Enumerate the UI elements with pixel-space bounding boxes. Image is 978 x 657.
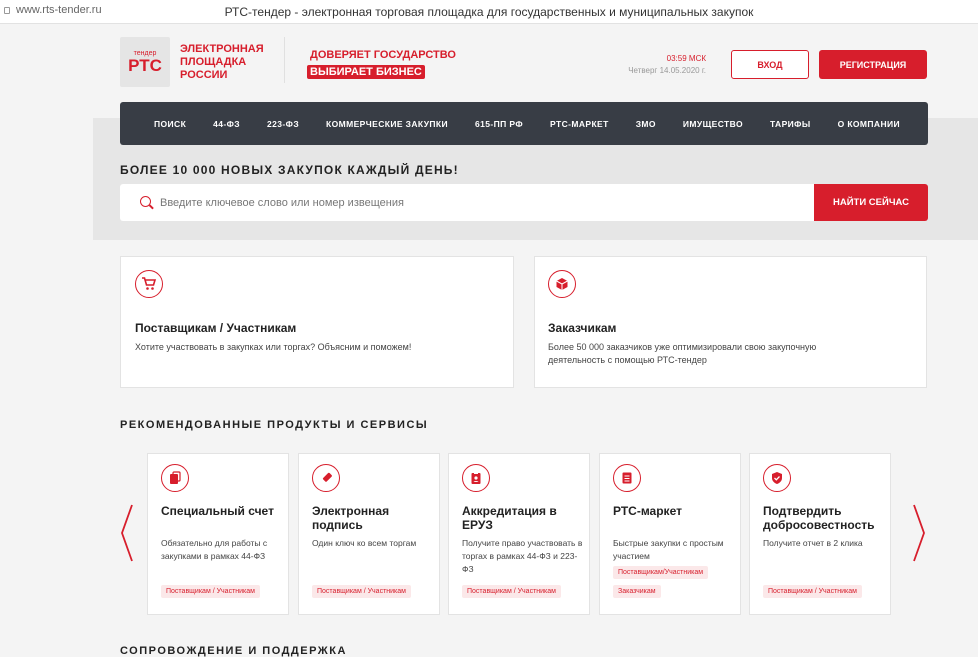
login-button[interactable]: ВХОД	[731, 50, 809, 79]
product-text: Один ключ ко всем торгам	[312, 538, 417, 548]
support-section-title: СОПРОВОЖДЕНИЕ И ПОДДЕРЖКА	[120, 645, 347, 657]
register-button[interactable]: РЕГИСТРАЦИЯ	[819, 50, 927, 79]
product-card-e-signature[interactable]: Электронная подпись Один ключ ко всем то…	[298, 453, 440, 615]
product-title: РТС-маркет	[613, 504, 682, 518]
suppliers-card[interactable]: Поставщикам / Участникам Хотите участвов…	[120, 256, 514, 388]
search-bar: НАЙТИ СЕЙЧАС	[120, 184, 928, 221]
product-text: Получите отчет в 2 клика	[763, 538, 863, 548]
site-logo[interactable]: тендер РТС	[120, 37, 170, 87]
customers-card[interactable]: Заказчикам Более 50 000 заказчиков уже о…	[534, 256, 927, 388]
nav-item-search[interactable]: ПОИСК	[154, 119, 186, 129]
logo-caption-line-1: ЭЛЕКТРОННАЯ	[180, 43, 264, 55]
customers-card-text: Более 50 000 заказчиков уже оптимизирова…	[548, 342, 817, 365]
search-input[interactable]	[160, 184, 810, 221]
nav-item-tariffs[interactable]: ТАРИФЫ	[770, 119, 811, 129]
main-nav: ПОИСК 44-ФЗ 223-ФЗ КОММЕРЧЕСКИЕ ЗАКУПКИ …	[120, 102, 928, 145]
current-date: Четверг 14.05.2020 г.	[628, 66, 706, 75]
nav-item-commercial[interactable]: КОММЕРЧЕСКИЕ ЗАКУПКИ	[326, 119, 448, 129]
carousel-next-arrow-icon[interactable]	[912, 503, 926, 563]
product-card-rts-market[interactable]: РТС-маркет Быстрые закупки с простым уча…	[599, 453, 741, 615]
page: тендер РТС ЭЛЕКТРОННАЯ ПЛОЩАДКА РОССИИ Д…	[0, 25, 978, 657]
logo-caption-line-2: ПЛОЩАДКА	[180, 56, 247, 68]
nav-item-615pp[interactable]: 615-ПП РФ	[475, 119, 523, 129]
hero-title: БОЛЕЕ 10 000 НОВЫХ ЗАКУПОК КАЖДЫЙ ДЕНЬ!	[120, 163, 459, 177]
product-title: Электронная подпись	[312, 504, 390, 532]
product-title: Подтвердить добросовестность	[763, 504, 875, 532]
nav-item-property[interactable]: ИМУЩЕСТВО	[683, 119, 743, 129]
audience-tag[interactable]: Заказчикам	[613, 585, 661, 598]
nav-item-44fz[interactable]: 44-ФЗ	[213, 119, 240, 129]
audience-tag[interactable]: Поставщикам / Участникам	[763, 585, 862, 598]
slogan-choice: ВЫБИРАЕТ БИЗНЕС	[307, 65, 425, 79]
search-icon	[140, 196, 151, 207]
logo-caption: ЭЛЕКТРОННАЯ ПЛОЩАДКА РОССИИ	[180, 43, 264, 82]
shield-check-icon	[763, 464, 791, 492]
moscow-time: 03:59 МСК	[666, 54, 706, 63]
list-icon	[613, 464, 641, 492]
audience-tag[interactable]: Поставщикам / Участникам	[462, 585, 561, 598]
carousel-prev-arrow-icon[interactable]	[120, 503, 134, 563]
nav-item-zmo[interactable]: ЗМО	[636, 119, 656, 129]
site-header: тендер РТС ЭЛЕКТРОННАЯ ПЛОЩАДКА РОССИИ Д…	[120, 37, 928, 93]
suppliers-card-title: Поставщикам / Участникам	[135, 321, 297, 335]
logo-big-text: РТС	[128, 55, 162, 75]
usb-key-icon	[312, 464, 340, 492]
audience-tag[interactable]: Поставщикам / Участникам	[312, 585, 411, 598]
browser-address-bar: www.rts-tender.ru РТС-тендер - электронн…	[0, 0, 978, 24]
product-title: Аккредитация в ЕРУЗ	[462, 504, 557, 532]
product-card-eruz-accreditation[interactable]: Аккредитация в ЕРУЗ Получите право участ…	[448, 453, 590, 615]
audience-tag[interactable]: Поставщикам / Участникам	[161, 585, 260, 598]
wallet-icon	[161, 464, 189, 492]
product-text: Обязательно для работы с закупками в рам…	[161, 538, 268, 561]
product-title: Специальный счет	[161, 504, 274, 518]
badge-icon	[462, 464, 490, 492]
product-text: Быстрые закупки с простым участием	[613, 538, 724, 561]
window-title: РТС-тендер - электронная торговая площад…	[224, 5, 754, 19]
product-text: Получите право участвовать в торгах в ра…	[462, 538, 583, 574]
suppliers-card-text: Хотите участвовать в закупках или торгах…	[135, 342, 412, 352]
nav-item-about[interactable]: О КОМПАНИИ	[838, 119, 900, 129]
slogan-trust: ДОВЕРЯЕТ ГОСУДАРСТВО	[310, 49, 456, 61]
logo-caption-line-3: РОССИИ	[180, 69, 228, 81]
product-card-special-account[interactable]: Специальный счет Обязательно для работы …	[147, 453, 289, 615]
nav-item-223fz[interactable]: 223-ФЗ	[267, 119, 299, 129]
customers-card-title: Заказчикам	[548, 321, 617, 335]
box-icon	[548, 270, 576, 298]
audience-tag[interactable]: Поставщикам/Участникам	[613, 566, 709, 579]
nav-item-rts-market[interactable]: РТС-МАРКЕТ	[550, 119, 609, 129]
products-section-title: РЕКОМЕНДОВАННЫЕ ПРОДУКТЫ И СЕРВИСЫ	[120, 419, 429, 431]
search-button[interactable]: НАЙТИ СЕЙЧАС	[814, 184, 928, 221]
cart-icon	[135, 270, 163, 298]
product-card-integrity-check[interactable]: Подтвердить добросовестность Получите от…	[749, 453, 891, 615]
header-divider	[284, 37, 285, 83]
